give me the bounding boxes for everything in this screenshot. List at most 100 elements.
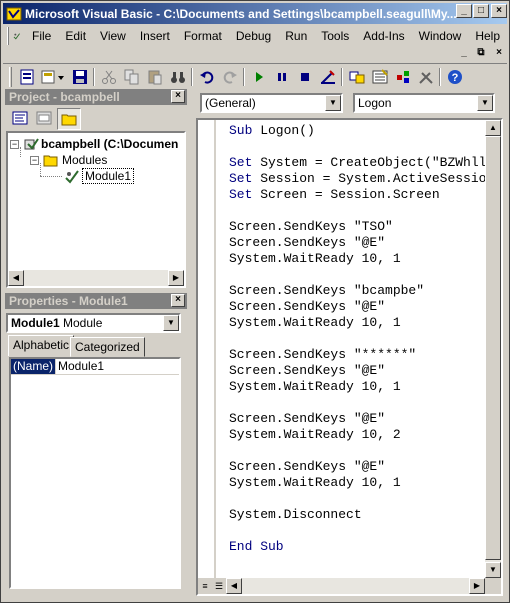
redo-button[interactable] [218,66,241,88]
toolbar-grip[interactable] [9,66,12,87]
code-window[interactable]: Sub Logon() Set System = CreateObject("B… [196,118,503,596]
insert-module-button[interactable] [38,66,68,88]
code-line[interactable]: Screen.SendKeys "@E" [229,411,485,427]
code-line[interactable]: End Sub [229,539,485,555]
help-button[interactable]: ? [443,66,466,88]
paste-button[interactable] [143,66,166,88]
code-hscrollbar[interactable]: ≡ ☰ ◀ ▶ [198,578,501,594]
scroll-track[interactable] [242,578,469,594]
code-line[interactable]: Screen.SendKeys "******" [229,347,485,363]
view-excel-button[interactable] [15,66,38,88]
run-button[interactable] [247,66,270,88]
code-vscrollbar[interactable]: ▲ ▼ [485,120,501,578]
code-line[interactable] [229,267,485,283]
code-editor[interactable]: Sub Logon() Set System = CreateObject("B… [229,123,485,578]
chevron-down-icon[interactable]: ▼ [477,95,493,111]
menu-help[interactable]: Help [468,29,507,43]
code-line[interactable]: System.Disconnect [229,507,485,523]
object-combo[interactable]: (General) ▼ [200,93,343,113]
code-line[interactable] [229,203,485,219]
tree-item-module1[interactable]: Module1 [64,168,135,184]
properties-panel-close-button[interactable]: × [171,294,185,307]
menu-run[interactable]: Run [278,29,314,43]
undo-button[interactable] [195,66,218,88]
code-line[interactable]: Screen.SendKeys "@E" [229,235,485,251]
code-line[interactable]: Set Session = System.ActiveSessio [229,171,485,187]
save-button[interactable] [68,66,91,88]
scroll-right-button[interactable]: ▶ [168,270,184,286]
tree-item-modules[interactable]: − Modules [30,152,107,168]
tab-categorized[interactable]: Categorized [70,337,145,357]
code-line[interactable]: System.WaitReady 10, 1 [229,379,485,395]
close-button[interactable]: × [491,4,507,18]
property-name-value[interactable]: Module1 [55,359,104,374]
code-line[interactable] [229,443,485,459]
object-browser-button[interactable] [391,66,414,88]
object-selector-combo[interactable]: Module1 Module ▼ [6,313,181,333]
menu-debug[interactable]: Debug [229,29,278,43]
code-line[interactable]: Screen.SendKeys "bcampbe" [229,283,485,299]
code-line[interactable]: Screen.SendKeys "@E" [229,459,485,475]
toggle-folders-button[interactable] [57,108,81,130]
code-line[interactable]: Screen.SendKeys "@E" [229,363,485,379]
menu-edit[interactable]: Edit [58,29,93,43]
vb-module-icon[interactable] [13,28,21,44]
project-tree-hscrollbar[interactable]: ◀ ▶ [8,270,184,286]
menu-view[interactable]: View [93,29,133,43]
procedure-view-button[interactable]: ≡ [198,578,212,594]
scroll-right-button[interactable]: ▶ [469,578,485,594]
toolbox-button[interactable] [414,66,437,88]
view-code-button[interactable] [9,108,31,128]
chevron-down-icon[interactable]: ▼ [325,95,341,111]
view-object-button[interactable] [33,108,55,128]
child-close-button[interactable]: × [491,47,507,61]
menu-insert[interactable]: Insert [133,29,177,43]
project-panel-close-button[interactable]: × [171,90,185,103]
tab-alphabetic[interactable]: Alphabetic [8,335,75,356]
code-line[interactable]: Set System = CreateObject("BZWhll [229,155,485,171]
code-line[interactable]: System.WaitReady 10, 1 [229,475,485,491]
code-line[interactable] [229,395,485,411]
code-line[interactable]: Sub Logon() [229,123,485,139]
code-line[interactable]: Set Screen = Session.Screen [229,187,485,203]
scroll-left-button[interactable]: ◀ [8,270,24,286]
code-line[interactable] [229,139,485,155]
menu-file[interactable]: File [25,29,58,43]
collapse-toggle-icon[interactable]: − [10,139,19,149]
code-line[interactable] [229,331,485,347]
scroll-down-button[interactable]: ▼ [485,562,501,578]
scroll-thumb[interactable] [485,136,501,560]
minimize-button[interactable]: _ [456,4,472,18]
property-row-name[interactable]: (Name) Module1 [11,359,179,375]
properties-window-button[interactable] [368,66,391,88]
code-line[interactable]: System.WaitReady 10, 1 [229,251,485,267]
copy-button[interactable] [120,66,143,88]
scroll-track[interactable] [24,270,168,286]
chevron-down-icon[interactable]: ▼ [163,315,179,331]
scroll-up-button[interactable]: ▲ [485,120,501,136]
child-restore-button[interactable]: ⧉ [473,47,489,61]
menu-window[interactable]: Window [412,29,469,43]
menubar-grip[interactable] [7,27,10,45]
code-line[interactable]: Screen.SendKeys "@E" [229,299,485,315]
title-bar[interactable]: Microsoft Visual Basic - C:\Documents an… [3,3,507,24]
full-module-view-button[interactable]: ☰ [212,578,226,594]
menu-tools[interactable]: Tools [314,29,356,43]
tree-item-project[interactable]: − bcampbell (C:\Documen [10,136,178,152]
code-line[interactable]: System.WaitReady 10, 2 [229,427,485,443]
margin-indicator-bar[interactable] [198,120,216,578]
code-line[interactable] [229,491,485,507]
scroll-left-button[interactable]: ◀ [226,578,242,594]
menu-format[interactable]: Format [177,29,229,43]
cut-button[interactable] [97,66,120,88]
collapse-toggle-icon[interactable]: − [30,155,39,165]
reset-button[interactable] [293,66,316,88]
code-line[interactable] [229,523,485,539]
menu-add-ins[interactable]: Add-Ins [356,29,411,43]
code-line[interactable]: Screen.SendKeys "TSO" [229,219,485,235]
procedure-combo[interactable]: Logon ▼ [353,93,495,113]
code-line[interactable]: System.WaitReady 10, 1 [229,315,485,331]
project-explorer-button[interactable] [345,66,368,88]
maximize-button[interactable]: □ [473,4,489,18]
child-minimize-button[interactable]: _ [456,47,472,61]
